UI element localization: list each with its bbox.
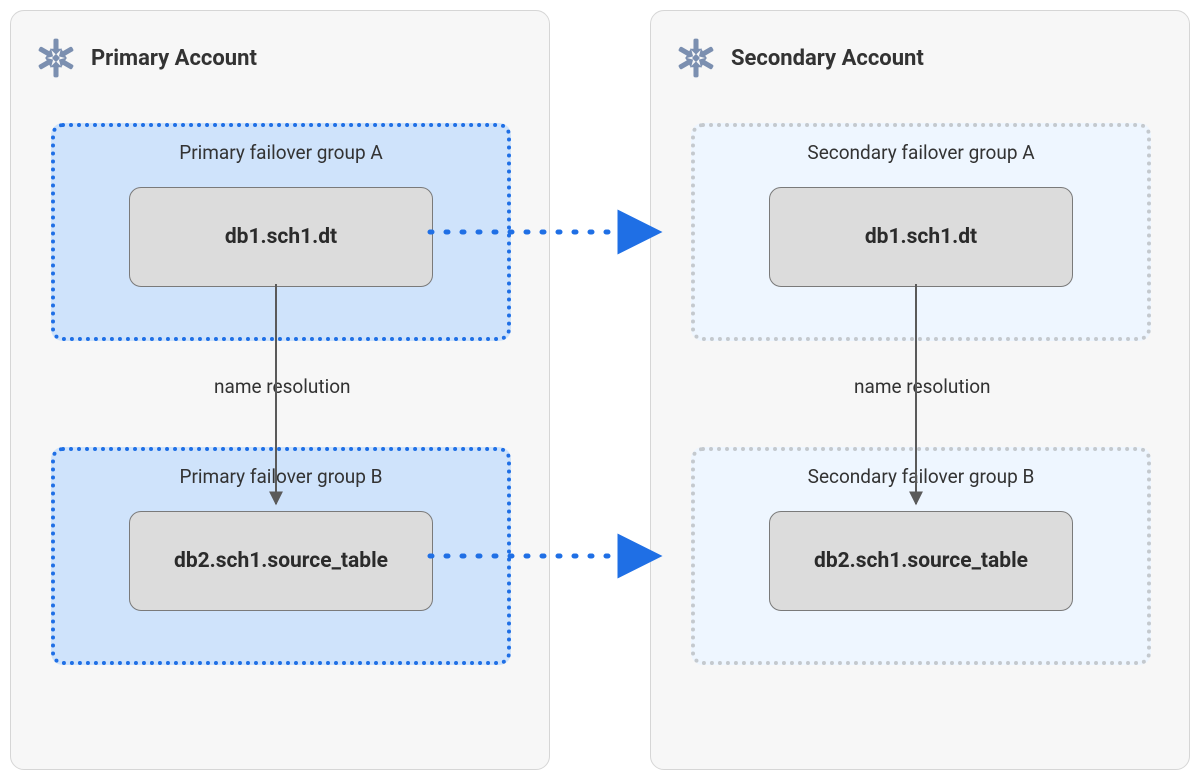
snowflake-icon [675, 37, 717, 79]
primary-entity-db2: db2.sch1.source_table [129, 511, 433, 611]
primary-account-header: Primary Account [35, 37, 257, 79]
primary-group-b-label: Primary failover group B [55, 465, 507, 488]
secondary-entity-db2-text: db2.sch1.source_table [814, 549, 1028, 573]
secondary-account-title: Secondary Account [731, 46, 924, 71]
primary-account-title: Primary Account [91, 46, 257, 71]
secondary-entity-db1: db1.sch1.dt [769, 187, 1073, 287]
secondary-group-a-label: Secondary failover group A [695, 141, 1147, 164]
secondary-failover-group-b: Secondary failover group B db2.sch1.sour… [691, 447, 1151, 665]
secondary-account-header: Secondary Account [675, 37, 924, 79]
snowflake-icon [35, 37, 77, 79]
secondary-name-resolution-label: name resolution [850, 375, 995, 398]
primary-failover-group-a: Primary failover group A db1.sch1.dt [51, 123, 511, 341]
diagram-canvas: Primary Account Primary failover group A… [0, 0, 1200, 782]
secondary-group-b-label: Secondary failover group B [695, 465, 1147, 488]
secondary-entity-db1-text: db1.sch1.dt [865, 225, 977, 249]
primary-entity-db1: db1.sch1.dt [129, 187, 433, 287]
primary-name-resolution-label: name resolution [210, 375, 355, 398]
secondary-failover-group-a: Secondary failover group A db1.sch1.dt [691, 123, 1151, 341]
primary-entity-db1-text: db1.sch1.dt [225, 225, 337, 249]
primary-entity-db2-text: db2.sch1.source_table [174, 549, 388, 573]
primary-failover-group-b: Primary failover group B db2.sch1.source… [51, 447, 511, 665]
secondary-entity-db2: db2.sch1.source_table [769, 511, 1073, 611]
primary-group-a-label: Primary failover group A [55, 141, 507, 164]
